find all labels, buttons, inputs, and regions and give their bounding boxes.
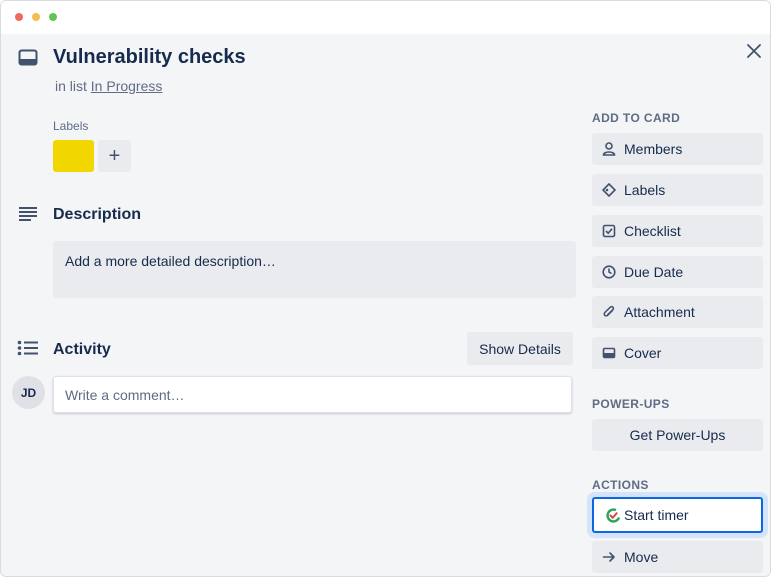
description-icon [18,206,38,227]
add-label-button[interactable]: + [98,140,131,172]
labels-label: Labels [624,182,666,198]
labels-button[interactable]: Labels [592,174,763,206]
plus-icon: + [108,145,121,167]
activity-heading: Activity [53,341,111,358]
checklist-label: Checklist [624,223,681,239]
comment-input[interactable] [53,376,572,413]
description-heading: Description [53,206,142,223]
window-close-dot[interactable] [15,13,23,21]
activity-icon [17,340,39,361]
cover-button[interactable]: Cover [592,337,763,369]
avatar[interactable]: JD [12,376,45,409]
move-button[interactable]: Move [592,541,763,573]
labels-heading: Labels [53,119,89,133]
members-label: Members [624,141,683,157]
in-list-prefix: in list [55,78,87,94]
cover-icon [601,345,617,361]
actions-heading: ACTIONS [592,478,649,492]
add-to-card-heading: ADD TO CARD [592,111,681,125]
timer-icon [605,507,621,523]
move-label: Move [624,549,659,565]
label-chip-yellow[interactable] [53,140,94,172]
card-detail-window: Vulnerability checks in list In Progress… [0,0,771,577]
paperclip-icon [601,304,617,320]
list-breadcrumb: in list In Progress [55,78,162,94]
clock-icon [601,264,617,280]
cover-label: Cover [624,345,662,361]
checklist-button[interactable]: Checklist [592,215,763,247]
attachment-button[interactable]: Attachment [592,296,763,328]
checkbox-icon [601,223,617,239]
description-input[interactable]: Add a more detailed description… [53,241,576,298]
window-titlebar [1,1,770,34]
members-button[interactable]: Members [592,133,763,165]
window-maximize-dot[interactable] [49,13,57,21]
arrow-right-icon [601,549,617,565]
get-power-ups-button[interactable]: Get Power-Ups [592,419,763,451]
close-icon[interactable] [742,39,766,63]
due-date-label: Due Date [624,264,684,280]
person-icon [601,141,617,157]
start-timer-label: Start timer [624,507,689,523]
start-timer-button[interactable]: Start timer [592,497,763,533]
attachment-label: Attachment [624,304,695,320]
power-ups-heading: POWER-UPS [592,397,670,411]
tag-icon [601,182,617,198]
card-title[interactable]: Vulnerability checks [53,46,246,69]
card-icon [18,49,38,72]
window-minimize-dot[interactable] [32,13,40,21]
show-details-button[interactable]: Show Details [467,332,573,365]
list-name-link[interactable]: In Progress [91,78,163,94]
due-date-button[interactable]: Due Date [592,256,763,288]
